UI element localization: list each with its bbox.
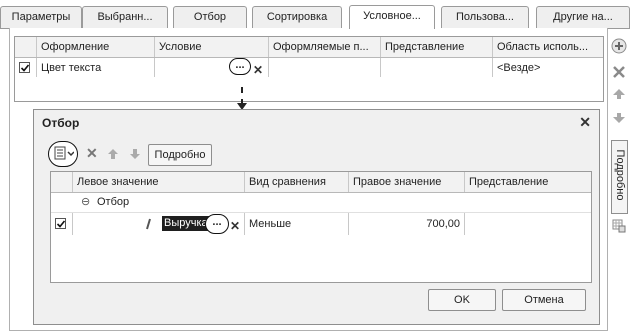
conditional-format-grid[interactable]: Оформление Условие Оформляемые п... Пред…	[14, 36, 604, 102]
header-presentation[interactable]: Представление	[465, 172, 591, 192]
close-icon[interactable]: ✕	[579, 114, 591, 131]
filter-grid-header: Левое значение Вид сравнения Правое знач…	[51, 172, 591, 193]
row-checkbox[interactable]	[55, 218, 66, 229]
header-condition[interactable]: Условие	[155, 37, 269, 57]
tab-other[interactable]: Другие на...	[536, 6, 630, 28]
header-check	[51, 172, 73, 192]
tab-filter[interactable]: Отбор	[173, 6, 247, 28]
tab-sorting[interactable]: Сортировка	[252, 6, 342, 28]
condition-select-button[interactable]: ...	[229, 58, 251, 75]
details-vertical-tab[interactable]: Подробно	[611, 140, 628, 214]
add-condition-group-button[interactable]	[48, 141, 78, 167]
row-presentation[interactable]	[465, 213, 591, 235]
header-presentation[interactable]: Представление	[381, 37, 493, 57]
filter-grid[interactable]: Левое значение Вид сравнения Правое знач…	[50, 171, 592, 283]
tab-user[interactable]: Пользова...	[441, 6, 529, 28]
header-comparison[interactable]: Вид сравнения	[245, 172, 349, 192]
delete-condition-icon[interactable]: ✕	[86, 145, 98, 162]
row-check-cell[interactable]	[15, 58, 37, 77]
header-area[interactable]: Область исполь...	[493, 37, 603, 57]
move-down-icon[interactable]	[128, 147, 142, 161]
row-area[interactable]: <Везде>	[493, 58, 603, 77]
details-vertical-label: Подробно	[614, 149, 626, 201]
header-appearance[interactable]: Оформление	[37, 37, 155, 57]
row-comparison[interactable]: Меньше	[245, 213, 349, 235]
field-icon	[146, 218, 151, 230]
row-fields[interactable]	[269, 58, 381, 77]
move-up-icon[interactable]	[106, 147, 120, 161]
grid-header: Оформление Условие Оформляемые п... Пред…	[15, 37, 603, 58]
details-button[interactable]: Подробно	[148, 144, 212, 166]
condition-clear-icon[interactable]: ✕	[253, 60, 263, 77]
header-fields[interactable]: Оформляемые п...	[269, 37, 381, 57]
add-group-icon	[54, 146, 74, 160]
group-row[interactable]: ⊖ Отбор	[51, 193, 591, 212]
layout-grid-icon[interactable]	[611, 218, 627, 234]
cancel-button[interactable]: Отмена	[502, 289, 586, 311]
header-check	[15, 37, 37, 57]
left-value-text[interactable]: Выручка	[162, 216, 210, 231]
row-right-value[interactable]: 700,00	[349, 213, 465, 235]
ok-button[interactable]: OK	[428, 289, 496, 311]
row-check-cell[interactable]	[51, 213, 73, 235]
table-row[interactable]: Цвет текста ... ✕ <Везде>	[15, 58, 603, 77]
row-appearance[interactable]: Цвет текста	[37, 58, 155, 77]
table-row[interactable]: Выручка ... ✕ Меньше 700,00	[51, 212, 591, 235]
row-checkbox[interactable]	[19, 62, 30, 73]
filter-dialog: Отбор ✕ ✕ Подробно Левое значение Вид ср…	[33, 109, 600, 325]
group-label: Отбор	[97, 196, 130, 208]
delete-icon[interactable]	[611, 64, 627, 80]
add-icon[interactable]	[611, 38, 627, 54]
collapse-icon[interactable]: ⊖	[81, 195, 90, 208]
left-value-clear-icon[interactable]: ✕	[230, 216, 240, 235]
move-up-icon[interactable]	[611, 86, 627, 102]
row-condition[interactable]: ... ✕	[155, 58, 269, 77]
header-left-value[interactable]: Левое значение	[73, 172, 245, 192]
header-right-value[interactable]: Правое значение	[349, 172, 465, 192]
left-value-select-button[interactable]: ...	[205, 214, 229, 234]
move-down-icon[interactable]	[611, 110, 627, 126]
tab-conditional[interactable]: Условное...	[349, 5, 435, 29]
row-left-value[interactable]: Выручка ... ✕	[73, 213, 245, 235]
row-presentation[interactable]	[381, 58, 493, 77]
tab-parameters[interactable]: Параметры	[0, 6, 82, 28]
tab-selected-fields[interactable]: Выбранн...	[82, 6, 168, 28]
dialog-title: Отбор	[42, 116, 80, 130]
dialog-titlebar: Отбор ✕	[34, 110, 599, 136]
